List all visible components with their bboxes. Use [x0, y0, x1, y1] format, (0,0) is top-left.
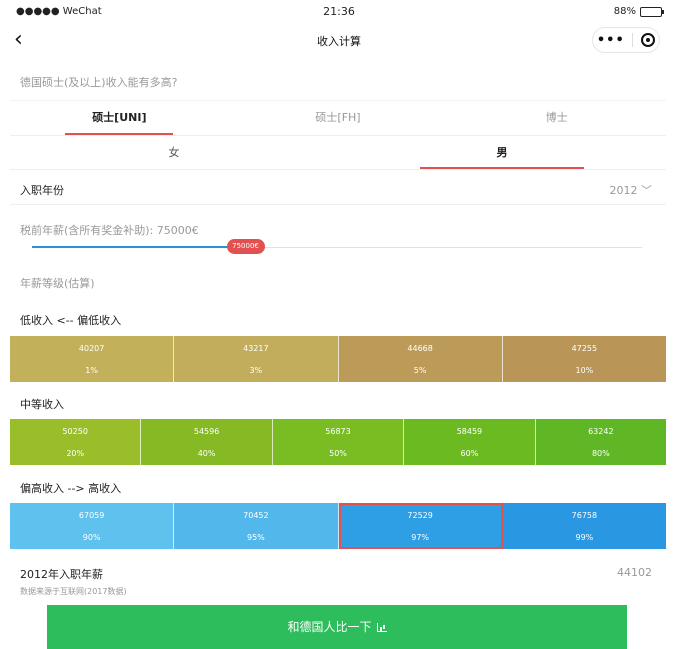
page-title: 收入计算: [317, 35, 361, 48]
income-cell-value: 70452: [243, 511, 269, 520]
income-cell-percentile: 50%: [329, 449, 347, 458]
income-cell-value: 54596: [193, 427, 220, 436]
income-cell-percentile: 5%: [413, 366, 427, 375]
tab-degree-2[interactable]: 博士: [447, 101, 666, 135]
battery-indicator: 88%: [613, 6, 664, 17]
miniprogram-capsule: •••: [592, 27, 660, 53]
income-cell[interactable]: 43217 3%: [174, 336, 339, 382]
compare-button[interactable]: 和德国人比一下: [47, 605, 627, 649]
income-cell[interactable]: 67059 90%: [10, 503, 175, 549]
income-cell-percentile: 97%: [411, 533, 430, 542]
income-cell-percentile: 99%: [575, 533, 594, 542]
income-cell-percentile: 10%: [575, 366, 594, 375]
income-cell[interactable]: 58459 60%: [404, 419, 536, 465]
result-source: 数据来源于互联网(2017数据): [20, 587, 127, 596]
result-value: 44102: [617, 566, 652, 579]
income-cell[interactable]: 63242 80%: [535, 419, 667, 465]
chart-icon: [376, 623, 387, 632]
more-icon[interactable]: •••: [597, 33, 625, 48]
income-cell[interactable]: 56873 50%: [272, 419, 405, 465]
slider-fill: [32, 246, 246, 248]
income-cell-value: 47255: [571, 344, 598, 353]
entry-year-label: 入职年份: [20, 184, 64, 197]
entry-year-selector[interactable]: 入职年份 2012 ﹀: [10, 172, 666, 205]
income-cell-value: 67059: [78, 511, 105, 520]
income-cell[interactable]: 40207 1%: [10, 336, 175, 382]
income-cell-percentile: 60%: [460, 449, 479, 458]
income-cell-value: 40207: [78, 344, 105, 353]
result-row: 2012年入职年薪 数据来源于互联网(2017数据) 44102: [10, 556, 666, 604]
grade-label: 年薪等级(估算): [20, 277, 95, 290]
income-cell-percentile: 90%: [82, 533, 101, 542]
entry-year-value[interactable]: 2012 ﹀: [610, 182, 653, 198]
tab-gender-0[interactable]: 女: [10, 137, 338, 169]
income-section-mid-label: 中等收入: [20, 398, 64, 411]
income-cell-value: 72529: [407, 511, 433, 520]
income-section-low-label: 低收入 <-- 偏低收入: [20, 314, 122, 327]
income-cell-value: 76758: [571, 511, 598, 520]
income-cell-percentile: 95%: [246, 533, 265, 542]
income-cell[interactable]: 72529 97%: [338, 503, 503, 549]
income-band-high: 67059 90% 70452 95% 72529 97% 76758 99%: [10, 503, 666, 549]
status-bar: ●●●●● WeChat 21:36 88%: [0, 0, 678, 24]
income-cell-value: 56873: [325, 427, 351, 436]
income-cell-value: 58459: [456, 427, 483, 436]
battery-icon: [640, 6, 664, 17]
income-cell[interactable]: 47255 10%: [502, 336, 666, 382]
income-band-mid: 50250 20% 54596 40% 56873 50% 58459 60% 63242 80%: [10, 419, 667, 465]
income-cell[interactable]: 70452 95%: [174, 503, 339, 549]
income-cell-percentile: 20%: [66, 449, 85, 458]
slider-thumb[interactable]: 75000€: [226, 239, 265, 254]
income-cell-value: 63242: [588, 427, 614, 436]
gender-tabs: 女男: [10, 137, 666, 170]
clock: 21:36: [323, 5, 355, 18]
close-target-icon[interactable]: [641, 33, 656, 47]
result-title: 2012年入职年薪: [20, 568, 103, 581]
income-cell[interactable]: 76758 99%: [502, 503, 666, 549]
income-cell[interactable]: 50250 20%: [10, 419, 142, 465]
income-band-low: 40207 1% 43217 3% 44668 5% 47255 10%: [10, 336, 666, 382]
income-cell-percentile: 40%: [197, 449, 216, 458]
tab-gender-1[interactable]: 男: [338, 137, 666, 169]
income-cell[interactable]: 54596 40%: [141, 419, 273, 465]
nav-bar: ‹ 收入计算 •••: [0, 24, 678, 58]
income-cell-value: 50250: [62, 427, 88, 436]
income-section-high-label: 偏高收入 --> 高收入: [20, 482, 122, 495]
income-cell-percentile: 3%: [249, 366, 263, 375]
tab-degree-0[interactable]: 硕士[UNI]: [10, 101, 229, 135]
income-cell-percentile: 80%: [591, 449, 610, 458]
income-cell[interactable]: 44668 5%: [338, 336, 503, 382]
income-cell-percentile: 1%: [85, 366, 98, 375]
battery-percent: 88%: [613, 6, 636, 17]
salary-slider[interactable]: 75000€: [32, 239, 642, 254]
compare-button-label: 和德国人比一下: [287, 620, 372, 634]
degree-tabs: 硕士[UNI] 硕士[FH] 博士: [10, 100, 666, 136]
question-text: 德国硕士(及以上)收入能有多高?: [20, 76, 178, 89]
income-cell-value: 44668: [407, 344, 433, 353]
tab-degree-1[interactable]: 硕士[FH]: [229, 101, 448, 135]
income-cell-value: 43217: [243, 344, 269, 353]
capsule-divider: [632, 33, 634, 47]
salary-label: 税前年薪(含所有奖金补助): 75000€: [20, 224, 199, 237]
